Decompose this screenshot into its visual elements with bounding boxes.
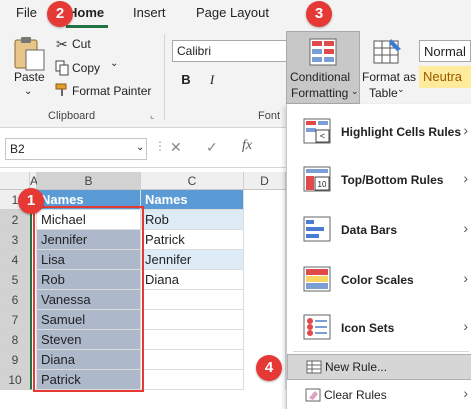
conditional-formatting-label-2: Formatting	[291, 86, 349, 100]
chevron-down-icon: ⌄	[351, 86, 359, 96]
column-header-c[interactable]: C	[141, 172, 244, 190]
format-as-table-chevron-icon[interactable]: ⌄	[397, 84, 405, 95]
column-header-b[interactable]: B	[37, 172, 141, 190]
table-cell-c9[interactable]	[141, 350, 244, 370]
row-header[interactable]: 4	[0, 250, 30, 270]
clipboard-launcher-icon[interactable]: ⌞	[150, 110, 154, 121]
header-cell-c1[interactable]: Names	[141, 190, 244, 210]
clear-rules-label: Clear Rules	[324, 388, 387, 402]
name-box-dropdown-icon[interactable]: ⌄	[136, 142, 144, 153]
table-cell-c7[interactable]	[141, 310, 244, 330]
column-header-d[interactable]: D	[244, 172, 286, 190]
conditional-formatting-menu: < Highlight Cells Rules › 10 Top/Bottom …	[286, 104, 471, 409]
icon-sets-label: Icon Sets	[341, 321, 395, 335]
submenu-arrow-icon: ›	[463, 270, 468, 286]
insert-function-icon[interactable]: fx	[242, 138, 252, 154]
svg-text:10: 10	[318, 180, 327, 189]
menu-item-new-rule[interactable]: New Rule...	[287, 354, 471, 380]
table-cell-c8[interactable]	[141, 330, 244, 350]
cut-button[interactable]: Cut	[72, 37, 91, 51]
icon-sets-icon	[303, 314, 331, 340]
data-bars-label: Data Bars	[341, 223, 398, 237]
selection-highlight	[33, 206, 144, 392]
top-bottom-rules-label: Top/Bottom Rules	[341, 173, 444, 187]
paste-icon[interactable]	[12, 36, 46, 72]
copy-button[interactable]: Copy	[72, 61, 100, 75]
italic-button[interactable]: I	[204, 72, 220, 90]
row-header[interactable]: 7	[0, 310, 30, 330]
paste-label[interactable]: Paste	[14, 70, 45, 84]
copy-icon[interactable]	[55, 60, 69, 76]
highlight-cells-icon: <	[303, 118, 331, 144]
format-as-table-label-1[interactable]: Format as	[362, 70, 416, 84]
menu-item-top-bottom-rules[interactable]: 10 Top/Bottom Rules ›	[287, 164, 471, 198]
row-header[interactable]: 3	[0, 230, 30, 250]
copy-dropdown-icon[interactable]: ⌄	[110, 58, 118, 69]
color-scales-icon	[303, 266, 331, 292]
conditional-formatting-button[interactable]: Conditional Formatting ⌄	[286, 31, 360, 104]
table-cell-c4[interactable]: Jennifer	[141, 250, 244, 270]
font-name-input[interactable]: Calibri	[172, 40, 292, 62]
format-painter-icon[interactable]	[55, 83, 69, 97]
cancel-icon[interactable]: ✕	[170, 139, 182, 156]
step-badge-2: 2	[47, 1, 73, 27]
submenu-arrow-icon: ›	[463, 170, 468, 186]
tab-insert[interactable]: Insert	[133, 5, 166, 20]
tab-page-layout[interactable]: Page Layout	[196, 5, 269, 20]
font-group-label: Font	[258, 110, 281, 122]
menu-item-icon-sets[interactable]: Icon Sets ›	[287, 312, 471, 346]
tab-file[interactable]: File	[16, 5, 37, 20]
row-header[interactable]: 5	[0, 270, 30, 290]
new-rule-icon	[306, 360, 322, 374]
cell-style-normal[interactable]: Normal	[419, 40, 471, 62]
conditional-formatting-icon	[309, 38, 337, 66]
table-cell-c3[interactable]: Patrick	[141, 230, 244, 250]
name-box[interactable]: B2	[5, 138, 147, 160]
clear-rules-icon	[305, 388, 321, 402]
row-header[interactable]: 10	[0, 370, 30, 390]
cell-style-neutral[interactable]: Neutra	[419, 66, 471, 88]
step-badge-1: 1	[18, 188, 44, 214]
clipboard-group-label: Clipboard	[48, 110, 96, 122]
menu-item-data-bars[interactable]: Data Bars ›	[287, 214, 471, 248]
paste-dropdown-icon[interactable]: ⌄	[24, 86, 32, 97]
select-all-corner[interactable]	[0, 172, 30, 190]
submenu-arrow-icon: ›	[463, 318, 468, 334]
menu-item-highlight-cells-rules[interactable]: < Highlight Cells Rules ›	[287, 116, 471, 150]
conditional-formatting-label-1: Conditional	[290, 70, 351, 84]
row-header[interactable]: 8	[0, 330, 30, 350]
table-cell-c6[interactable]	[141, 290, 244, 310]
menu-divider	[293, 351, 469, 352]
submenu-arrow-icon: ›	[463, 220, 468, 236]
svg-text:<: <	[320, 131, 325, 141]
active-tab-indicator	[66, 25, 108, 28]
table-cell-c2[interactable]: Rob	[141, 210, 244, 230]
menu-item-clear-rules[interactable]: Clear Rules ›	[287, 384, 471, 408]
new-rule-label: New Rule...	[325, 360, 388, 374]
table-cell-c5[interactable]: Diana	[141, 270, 244, 290]
enter-icon[interactable]: ✓	[206, 139, 218, 156]
format-as-table-icon[interactable]	[373, 37, 403, 65]
bold-button[interactable]: B	[178, 72, 194, 90]
format-as-table-label-2[interactable]: Table	[369, 86, 398, 100]
formula-bar-dots: ⋮	[154, 139, 166, 153]
color-scales-label: Color Scales	[341, 273, 414, 287]
submenu-arrow-icon: ›	[463, 385, 468, 401]
top-bottom-icon: 10	[303, 166, 331, 192]
format-painter-button[interactable]: Format Painter	[72, 84, 151, 98]
submenu-arrow-icon: ›	[463, 122, 468, 138]
scissors-icon[interactable]: ✂	[56, 36, 68, 53]
data-bars-icon	[303, 216, 331, 242]
table-cell-c10[interactable]	[141, 370, 244, 390]
row-header[interactable]: 6	[0, 290, 30, 310]
step-badge-4: 4	[256, 355, 282, 381]
highlight-cells-rules-label: Highlight Cells Rules	[341, 125, 462, 139]
step-badge-3: 3	[306, 1, 332, 27]
ribbon-separator	[164, 34, 165, 120]
row-header[interactable]: 9	[0, 350, 30, 370]
tab-home[interactable]: Home	[68, 5, 104, 20]
menu-item-color-scales[interactable]: Color Scales ›	[287, 264, 471, 298]
